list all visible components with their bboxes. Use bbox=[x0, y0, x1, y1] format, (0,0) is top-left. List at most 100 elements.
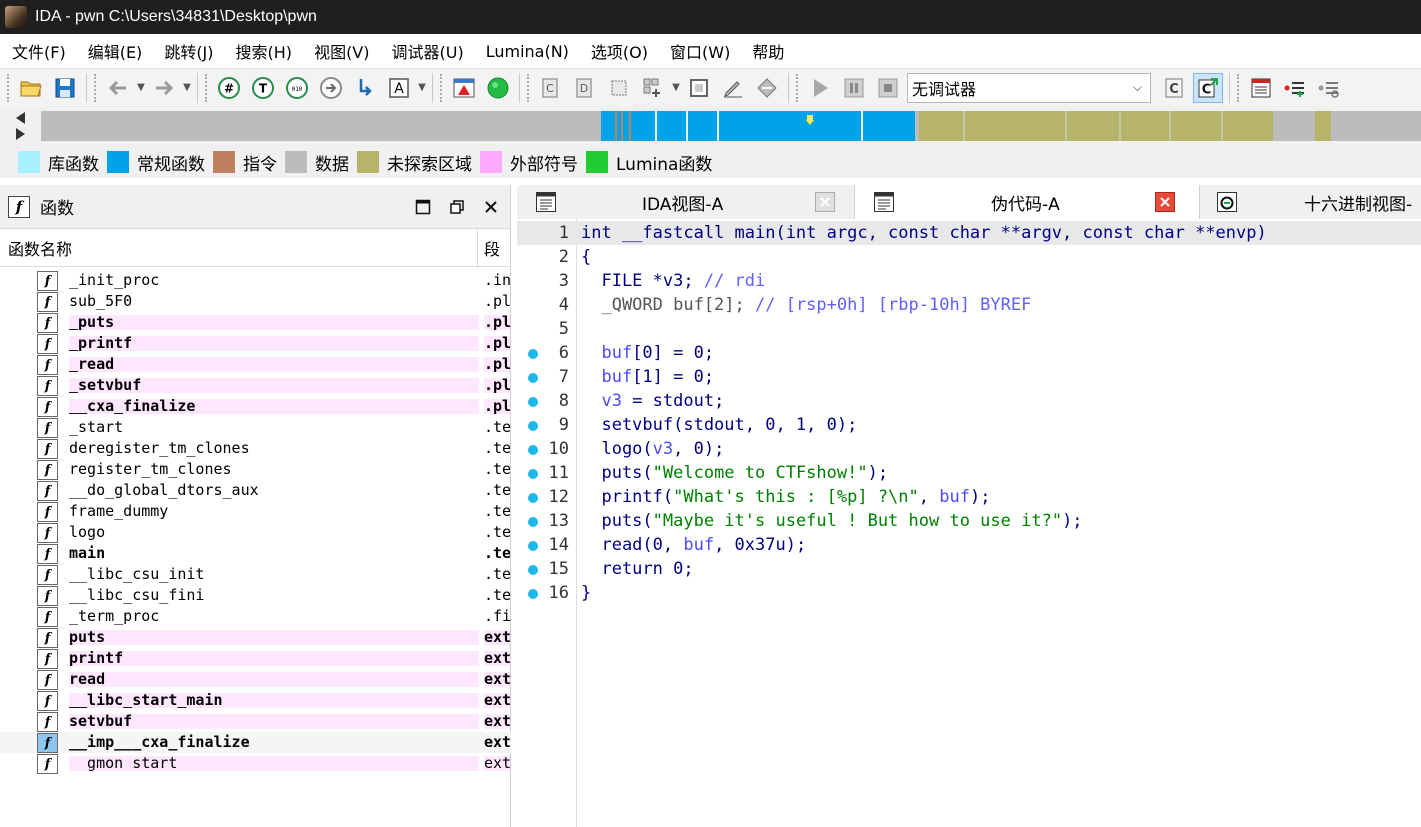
function-row[interactable]: f _start .text bbox=[0, 417, 511, 438]
nav-scroll-arrows[interactable] bbox=[16, 112, 34, 142]
breakpoint-button[interactable] bbox=[752, 73, 782, 103]
graph-button[interactable] bbox=[449, 73, 479, 103]
function-row[interactable]: fputs extern bbox=[0, 627, 511, 648]
toolbar-grip[interactable] bbox=[796, 73, 799, 102]
code-line[interactable]: 16} bbox=[517, 581, 1421, 605]
code-line[interactable]: 4 _QWORD buf[2]; // [rsp+0h] [rbp-10h] B… bbox=[517, 293, 1421, 317]
menu-edit[interactable]: 编辑(E) bbox=[80, 35, 151, 67]
menu-file[interactable]: 文件(F) bbox=[4, 35, 74, 67]
nav-right-arrow-icon[interactable] bbox=[16, 128, 25, 140]
menu-debugger[interactable]: 调试器(U) bbox=[384, 35, 472, 67]
breakpoint-dot-icon[interactable] bbox=[528, 373, 538, 383]
tab-close-button[interactable] bbox=[815, 192, 835, 212]
menu-view[interactable]: 视图(V) bbox=[306, 35, 377, 67]
function-row[interactable]: fprintf extern bbox=[0, 648, 511, 669]
function-row[interactable]: f _read .plt bbox=[0, 354, 511, 375]
window-list-button[interactable] bbox=[1246, 73, 1276, 103]
function-row[interactable]: f register_tm_clones .text bbox=[0, 459, 511, 480]
code-line[interactable]: 5 bbox=[517, 317, 1421, 341]
struct-dropdown-chevron-icon[interactable]: ▼ bbox=[670, 73, 682, 103]
forward-button[interactable] bbox=[149, 73, 179, 103]
code-line[interactable]: 15 return 0; bbox=[517, 557, 1421, 581]
code-line[interactable]: 1 int __fastcall main(int argc, const cha… bbox=[517, 221, 1421, 245]
breakpoint-dot-icon[interactable] bbox=[528, 517, 538, 527]
function-row[interactable]: f _puts .plt bbox=[0, 312, 511, 333]
code-line[interactable]: 9 setvbuf(stdout, 0, 1, 0); bbox=[517, 413, 1421, 437]
jump-to-button[interactable] bbox=[350, 73, 380, 103]
float-panel-button[interactable] bbox=[442, 192, 472, 222]
add-struct-button[interactable] bbox=[638, 73, 668, 103]
code-line[interactable]: 8 v3 = stdout; bbox=[517, 389, 1421, 413]
toolbar-grip[interactable] bbox=[205, 73, 208, 102]
breakpoint-dot-icon[interactable] bbox=[528, 349, 538, 359]
lumina-button[interactable] bbox=[483, 73, 513, 103]
code-line[interactable]: 6 buf[0] = 0; bbox=[517, 341, 1421, 365]
function-row[interactable]: f __libc_csu_fini .text bbox=[0, 585, 511, 606]
function-row[interactable]: f __imp___cxa_finalize extern bbox=[0, 732, 511, 753]
string-button[interactable]: A bbox=[384, 73, 414, 103]
breakpoint-dot-icon[interactable] bbox=[528, 421, 538, 431]
maximize-panel-button[interactable] bbox=[408, 192, 438, 222]
nav-band-track[interactable] bbox=[41, 111, 1421, 141]
nav-left-arrow-icon[interactable] bbox=[16, 112, 25, 124]
add-breakpoint-list-button[interactable] bbox=[1280, 73, 1310, 103]
binary-button[interactable]: 010 bbox=[282, 73, 312, 103]
breakpoint-dot-icon[interactable] bbox=[528, 565, 538, 575]
function-row[interactable]: fmain .text bbox=[0, 543, 511, 564]
function-row[interactable]: f _printf .plt bbox=[0, 333, 511, 354]
menu-lumina[interactable]: Lumina(N) bbox=[478, 38, 577, 65]
function-row[interactable]: f deregister_tm_clones .text bbox=[0, 438, 511, 459]
code-line[interactable]: 14 read(0, buf, 0x37u); bbox=[517, 533, 1421, 557]
pseudocode-sync-button[interactable]: C bbox=[1193, 72, 1223, 103]
column-header-function-name[interactable]: 函数名称 bbox=[0, 228, 478, 267]
forward-dropdown-chevron-icon[interactable]: ▼ bbox=[181, 73, 193, 103]
edit-button[interactable] bbox=[718, 73, 748, 103]
create-data-button[interactable]: D bbox=[570, 73, 600, 103]
breakpoint-dot-icon[interactable] bbox=[528, 493, 538, 503]
close-panel-button[interactable] bbox=[476, 192, 506, 222]
tab-ida-view-a[interactable]: IDA视图-A bbox=[517, 185, 855, 219]
function-row[interactable]: f __do_global_dtors_aux .text bbox=[0, 480, 511, 501]
function-row[interactable]: f __libc_csu_init .text bbox=[0, 564, 511, 585]
function-row[interactable]: f __gmon_start__ extern bbox=[0, 753, 511, 774]
code-line[interactable]: 10 logo(v3, 0); bbox=[517, 437, 1421, 461]
menu-windows[interactable]: 窗口(W) bbox=[662, 35, 738, 67]
code-line[interactable]: 2{ bbox=[517, 245, 1421, 269]
pause-debug-button[interactable] bbox=[839, 73, 869, 103]
breakpoint-dot-icon[interactable] bbox=[528, 589, 538, 599]
function-row[interactable]: flogo .text bbox=[0, 522, 511, 543]
code-line[interactable]: 11 puts("Welcome to CTFshow!"); bbox=[517, 461, 1421, 485]
string-dropdown-chevron-icon[interactable]: ▼ bbox=[416, 73, 428, 103]
column-header-segment[interactable]: 段 bbox=[478, 236, 500, 260]
function-row[interactable]: fread extern bbox=[0, 669, 511, 690]
code-line[interactable]: 13 puts("Maybe it's useful ! But how to … bbox=[517, 509, 1421, 533]
tab-pseudocode-a[interactable]: 伪代码-A bbox=[855, 185, 1200, 219]
text-button[interactable]: T bbox=[248, 73, 278, 103]
menu-jump[interactable]: 跳转(J) bbox=[156, 35, 221, 67]
remove-breakpoint-list-button[interactable] bbox=[1314, 73, 1344, 103]
toolbar-grip[interactable] bbox=[440, 73, 443, 102]
create-code-button[interactable]: C bbox=[536, 73, 566, 103]
stop-debug-button[interactable] bbox=[873, 73, 903, 103]
function-row[interactable]: f _term_proc .fini bbox=[0, 606, 511, 627]
function-row[interactable]: f __cxa_finalize .plt bbox=[0, 396, 511, 417]
code-line[interactable]: 3 FILE *v3; // rdi bbox=[517, 269, 1421, 293]
pseudocode-button[interactable]: C bbox=[1159, 73, 1189, 103]
menu-search[interactable]: 搜索(H) bbox=[228, 35, 301, 67]
toolbar-grip[interactable] bbox=[7, 73, 10, 102]
save-button[interactable] bbox=[50, 73, 80, 103]
back-dropdown-chevron-icon[interactable]: ▼ bbox=[135, 73, 147, 103]
toolbar-grip[interactable] bbox=[94, 73, 97, 102]
function-row[interactable]: f _init_proc .init bbox=[0, 270, 511, 291]
menu-help[interactable]: 帮助 bbox=[744, 35, 792, 67]
menu-options[interactable]: 选项(O) bbox=[583, 35, 656, 67]
start-debug-button[interactable] bbox=[805, 73, 835, 103]
toolbar-grip[interactable] bbox=[1237, 73, 1240, 102]
tab-close-button[interactable] bbox=[1155, 192, 1175, 212]
pseudocode-view[interactable]: 1 int __fastcall main(int argc, const cha… bbox=[517, 219, 1421, 827]
open-file-button[interactable] bbox=[16, 73, 46, 103]
back-button[interactable] bbox=[103, 73, 133, 103]
breakpoint-dot-icon[interactable] bbox=[528, 469, 538, 479]
tab-hex-view[interactable]: 十六进制视图- bbox=[1200, 185, 1421, 219]
function-row[interactable]: f __libc_start_main extern bbox=[0, 690, 511, 711]
